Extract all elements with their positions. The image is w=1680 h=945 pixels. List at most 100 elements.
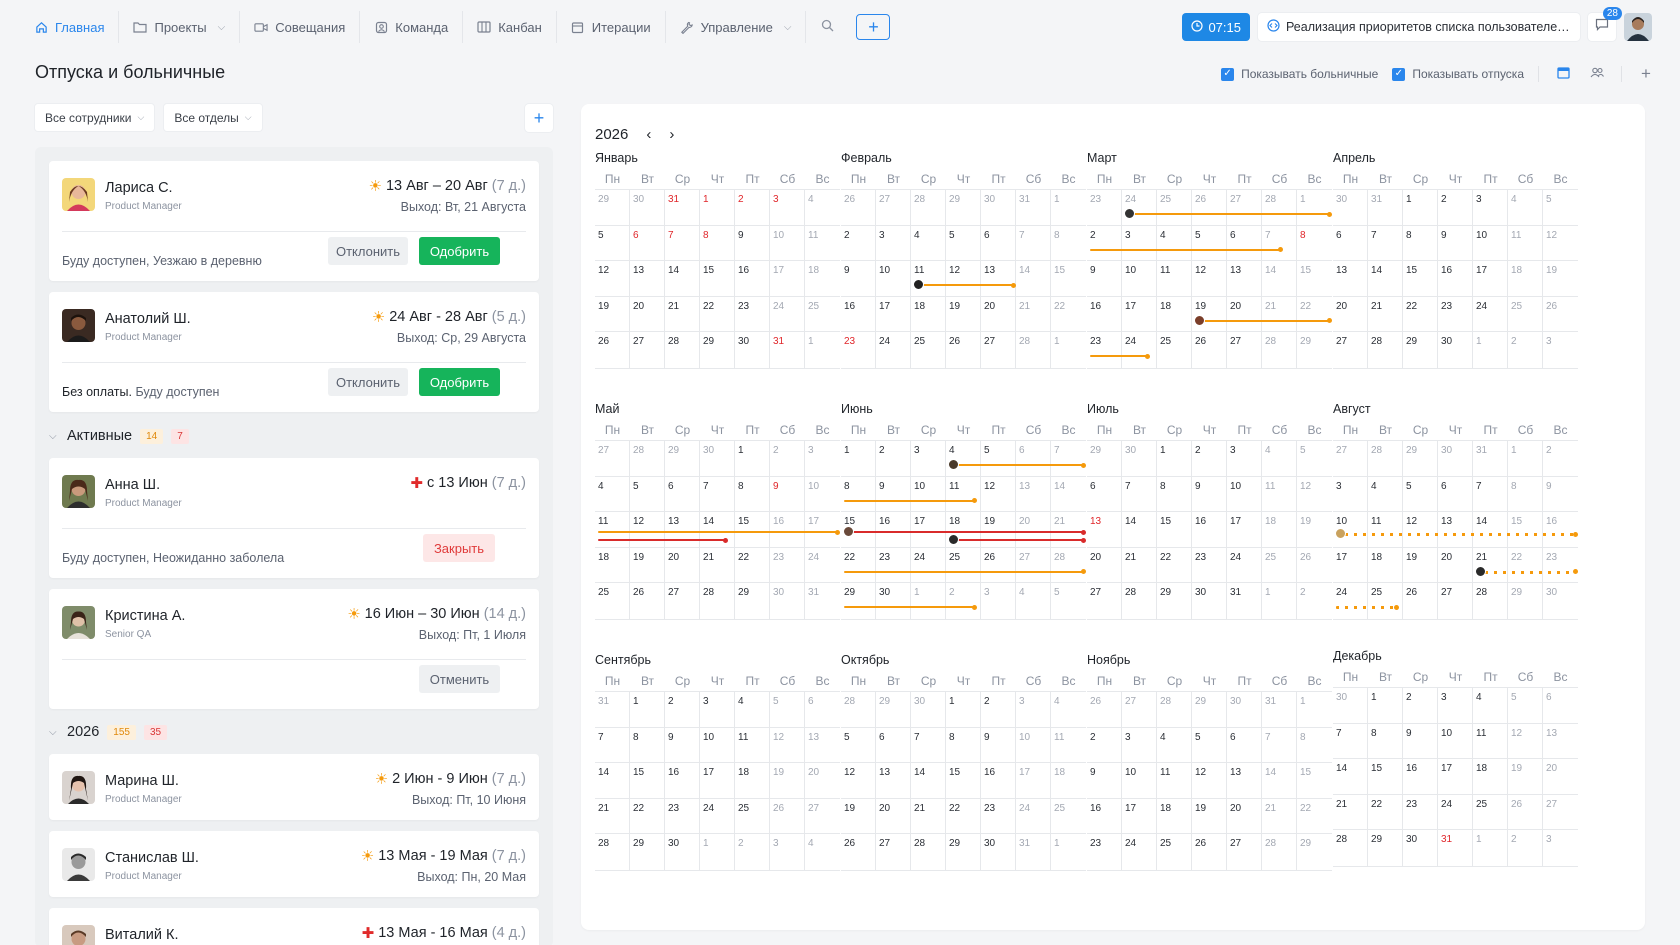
day-cell[interactable]: 16 [1087, 797, 1122, 836]
day-cell[interactable]: 9 [1087, 762, 1122, 800]
day-cell[interactable]: 9 [1403, 722, 1438, 761]
day-cell[interactable]: 1 [1508, 440, 1543, 478]
day-cell[interactable]: 6 [1016, 440, 1051, 478]
day-cell[interactable]: 22 [735, 546, 770, 585]
day-cell[interactable]: 1 [630, 691, 665, 729]
day-cell[interactable]: 5 [1192, 726, 1227, 765]
day-cell[interactable]: 14 [1016, 260, 1051, 298]
day-cell[interactable]: 20 [876, 797, 911, 836]
day-cell[interactable]: 13 [665, 511, 700, 549]
day-cell[interactable]: 14 [1333, 758, 1368, 796]
day-cell[interactable]: 2 [1087, 726, 1122, 765]
day-cell[interactable]: 3 [770, 833, 805, 871]
nav-home[interactable]: Главная [34, 11, 120, 43]
day-cell[interactable]: 8 [735, 475, 770, 514]
day-cell[interactable]: 24 [1122, 331, 1157, 369]
day-cell[interactable]: 6 [665, 475, 700, 514]
day-cell[interactable]: 16 [1543, 511, 1578, 549]
day-cell[interactable]: 26 [981, 546, 1016, 585]
day-cell[interactable]: 27 [1122, 691, 1157, 729]
day-cell[interactable]: 1 [1403, 189, 1438, 227]
day-cell[interactable]: 8 [700, 224, 735, 263]
day-cell[interactable]: 11 [1157, 762, 1192, 800]
day-cell[interactable]: 12 [1192, 260, 1227, 298]
day-cell[interactable]: 30 [1333, 687, 1368, 725]
day-cell[interactable]: 15 [1508, 511, 1543, 549]
day-cell[interactable]: 10 [876, 260, 911, 298]
day-cell[interactable]: 18 [1157, 797, 1192, 836]
day-cell[interactable]: 27 [805, 797, 840, 836]
day-cell[interactable]: 4 [595, 475, 630, 514]
day-cell[interactable]: 14 [911, 762, 946, 800]
day-cell[interactable]: 25 [1157, 189, 1192, 227]
day-cell[interactable]: 30 [700, 440, 735, 478]
add-button[interactable]: + [856, 14, 891, 40]
approve-button[interactable]: Одобрить [419, 368, 500, 396]
day-cell[interactable]: 26 [841, 189, 876, 227]
day-cell[interactable]: 16 [841, 295, 876, 334]
day-cell[interactable]: 31 [1016, 189, 1051, 227]
day-cell[interactable]: 26 [841, 833, 876, 871]
day-cell[interactable]: 28 [1122, 582, 1157, 620]
day-cell[interactable]: 31 [1473, 440, 1508, 478]
day-cell[interactable]: 7 [911, 726, 946, 765]
day-cell[interactable]: 15 [946, 762, 981, 800]
day-cell[interactable]: 2 [876, 440, 911, 478]
vacation-bar[interactable] [1336, 533, 1575, 536]
day-cell[interactable]: 9 [770, 475, 805, 514]
day-cell[interactable]: 18 [911, 295, 946, 334]
day-cell[interactable]: 26 [1508, 793, 1543, 832]
day-cell[interactable]: 20 [1016, 511, 1051, 549]
day-cell[interactable]: 3 [805, 440, 840, 478]
day-cell[interactable]: 1 [1051, 331, 1086, 369]
day-cell[interactable]: 20 [805, 762, 840, 800]
add-absence-button[interactable]: + [1636, 64, 1656, 84]
day-cell[interactable]: 29 [1403, 440, 1438, 478]
day-cell[interactable]: 29 [1508, 582, 1543, 620]
day-cell[interactable]: 13 [1333, 260, 1368, 298]
day-cell[interactable]: 30 [1227, 691, 1262, 729]
day-cell[interactable]: 14 [595, 762, 630, 800]
day-cell[interactable]: 27 [1227, 189, 1262, 227]
day-cell[interactable]: 19 [770, 762, 805, 800]
day-cell[interactable]: 19 [1543, 260, 1578, 298]
day-cell[interactable]: 26 [1192, 833, 1227, 871]
day-cell[interactable]: 7 [1016, 224, 1051, 263]
day-cell[interactable]: 22 [700, 295, 735, 334]
day-cell[interactable]: 24 [876, 331, 911, 369]
day-cell[interactable]: 4 [735, 691, 770, 729]
day-cell[interactable]: 19 [981, 511, 1016, 549]
day-cell[interactable]: 23 [770, 546, 805, 585]
day-cell[interactable]: 29 [1192, 691, 1227, 729]
day-cell[interactable]: 2 [735, 833, 770, 871]
day-cell[interactable]: 24 [1122, 833, 1157, 871]
day-cell[interactable]: 2 [1438, 189, 1473, 227]
day-cell[interactable]: 14 [1122, 511, 1157, 549]
day-cell[interactable]: 16 [770, 511, 805, 549]
day-cell[interactable]: 6 [1087, 475, 1122, 514]
day-cell[interactable]: 26 [1087, 691, 1122, 729]
day-cell[interactable]: 3 [1543, 829, 1578, 867]
day-cell[interactable]: 11 [1157, 260, 1192, 298]
day-cell[interactable]: 2 [1508, 829, 1543, 867]
day-cell[interactable]: 14 [1262, 762, 1297, 800]
day-cell[interactable]: 23 [1403, 793, 1438, 832]
day-cell[interactable]: 1 [1157, 440, 1192, 478]
day-cell[interactable]: 19 [630, 546, 665, 585]
day-cell[interactable]: 17 [911, 511, 946, 549]
day-cell[interactable]: 6 [876, 726, 911, 765]
day-cell[interactable]: 27 [595, 440, 630, 478]
day-cell[interactable]: 20 [1227, 797, 1262, 836]
day-cell[interactable]: 31 [1262, 691, 1297, 729]
calendar-view-button[interactable] [1553, 64, 1573, 84]
day-cell[interactable]: 15 [1403, 260, 1438, 298]
day-cell[interactable]: 2 [1087, 224, 1122, 263]
notifications-button[interactable]: 28 [1588, 7, 1622, 41]
day-cell[interactable]: 25 [805, 295, 840, 334]
day-cell[interactable]: 19 [1297, 511, 1332, 549]
day-cell[interactable]: 27 [876, 833, 911, 871]
day-cell[interactable]: 1 [735, 440, 770, 478]
day-cell[interactable]: 16 [735, 260, 770, 298]
day-cell[interactable]: 7 [1122, 475, 1157, 514]
vacation-bar[interactable] [1090, 355, 1147, 357]
